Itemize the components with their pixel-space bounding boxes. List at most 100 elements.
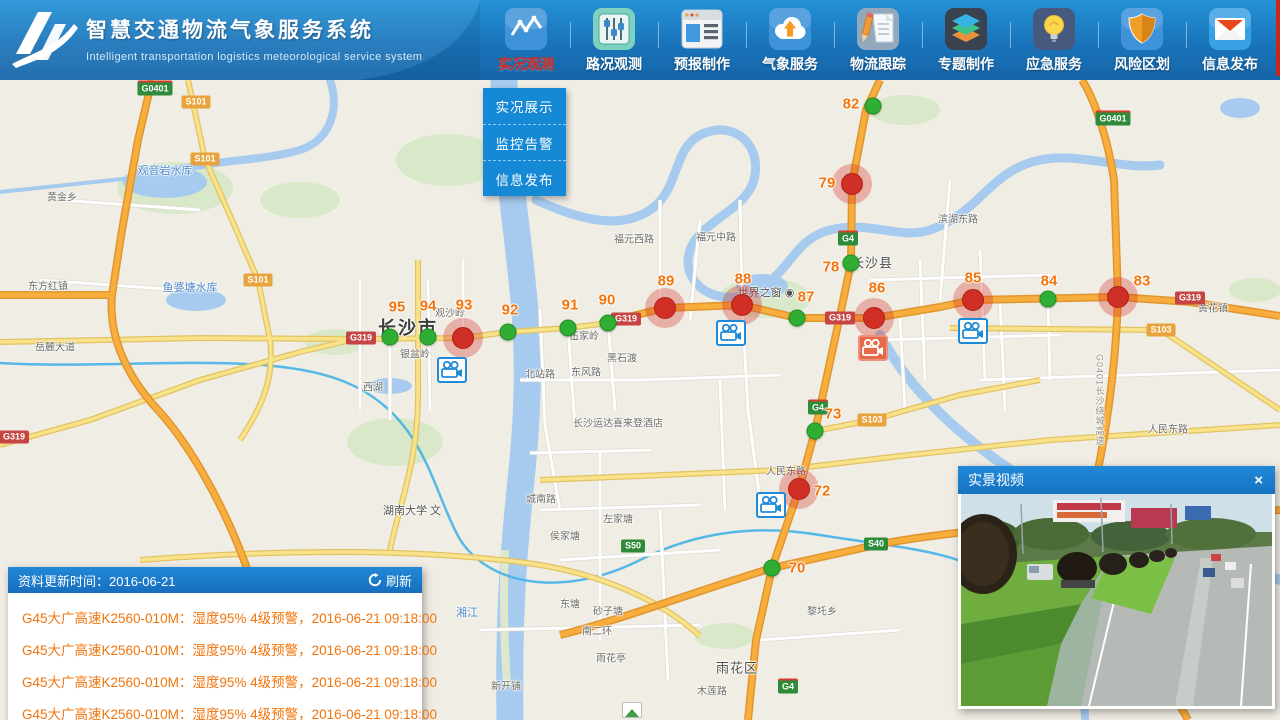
refresh-button[interactable]: 刷新 <box>368 571 412 590</box>
station-marker-89[interactable] <box>654 297 676 319</box>
camera-icon[interactable] <box>858 335 888 361</box>
station-marker-85[interactable] <box>962 289 984 311</box>
chart-icon <box>504 7 548 51</box>
map-label: 黄金乡 <box>47 189 77 204</box>
refresh-icon <box>368 573 382 587</box>
station-marker-70[interactable] <box>764 560 781 577</box>
dropdown-item-1[interactable]: 实况展示 <box>483 88 566 124</box>
pencil-note-icon <box>856 7 900 51</box>
live-video-panel: 实景视频 × <box>958 466 1275 709</box>
map-label: 城南路 <box>526 491 556 506</box>
road-badge-G4: G4 <box>838 231 858 246</box>
live-video-frame[interactable] <box>961 494 1272 706</box>
nav-item-pencil-note[interactable]: 物流跟踪 <box>834 0 922 80</box>
road-badge-G0401: G0401 <box>137 81 172 96</box>
station-marker-90[interactable] <box>600 315 617 332</box>
station-marker-94[interactable] <box>420 329 437 346</box>
refresh-label: 刷新 <box>386 571 412 590</box>
station-marker-78[interactable] <box>843 255 860 272</box>
station-marker-87[interactable] <box>789 310 806 327</box>
dropdown-item-2[interactable]: 监控告警 <box>483 124 566 160</box>
nav-item-forecast-window[interactable]: 预报制作 <box>658 0 746 80</box>
station-marker-84[interactable] <box>1040 291 1057 308</box>
dropdown-item-3[interactable]: 信息发布 <box>483 160 566 196</box>
nav-item-label: 应急服务 <box>1026 54 1082 74</box>
camera-icon[interactable] <box>437 357 467 383</box>
road-badge-S50: S50 <box>621 540 645 553</box>
video-panel-title: 实景视频 <box>968 470 1024 490</box>
station-number-label: 85 <box>965 270 982 287</box>
nav-item-sliders[interactable]: 路况观测 <box>570 0 658 80</box>
map-label: 岳麓大道 <box>35 339 75 354</box>
alert-row: G45大广高速K2560-010M：湿度95% 4级预警，2016-06-21 … <box>8 633 422 665</box>
nav-item-chart[interactable]: 实况观测 <box>482 0 570 80</box>
map-label: 东风路 <box>571 364 601 379</box>
station-number-label: 91 <box>562 297 579 314</box>
nav-item-label: 气象服务 <box>762 54 818 74</box>
station-marker-92[interactable] <box>500 324 517 341</box>
cloud-upload-icon <box>768 7 812 51</box>
map-label: 侯家塘 <box>550 528 580 543</box>
station-marker-91[interactable] <box>560 320 577 337</box>
forecast-window-icon <box>680 7 724 51</box>
app-subtitle: Intelligent transportation logistics met… <box>86 51 422 63</box>
map-label: 南二环 <box>582 623 612 638</box>
camera-icon[interactable] <box>958 318 988 344</box>
road-badge-G319: G319 <box>346 332 376 345</box>
station-number-label: 73 <box>825 406 842 423</box>
video-panel-header: 实景视频 × <box>958 466 1275 494</box>
road-badge-G319: G319 <box>825 312 855 325</box>
station-number-label: 70 <box>789 560 806 577</box>
camera-icon[interactable] <box>756 492 786 518</box>
map-label: 西湖 <box>363 379 383 394</box>
road-badge-S101: S101 <box>243 274 272 287</box>
nav-item-mail[interactable]: 信息发布 <box>1186 0 1274 80</box>
close-icon[interactable]: × <box>1252 472 1265 489</box>
station-number-label: 93 <box>456 297 473 314</box>
map-label: 黎圫乡 <box>807 603 837 618</box>
live-observation-dropdown: 实况展示监控告警信息发布 <box>483 88 566 196</box>
station-number-label: 94 <box>420 298 437 315</box>
road-badge-G4: G4 <box>778 679 798 694</box>
alert-panel-header: 资料更新时间：2016-06-21 刷新 <box>8 567 422 593</box>
station-marker-79[interactable] <box>841 173 863 195</box>
nav-item-bulb[interactable]: 应急服务 <box>1010 0 1098 80</box>
station-marker-83[interactable] <box>1107 286 1129 308</box>
station-marker-82[interactable] <box>865 98 882 115</box>
station-marker-86[interactable] <box>863 307 885 329</box>
map-label: 雨花区 <box>716 658 758 677</box>
map-label: 人民东路 <box>1148 421 1188 436</box>
station-marker-93[interactable] <box>452 327 474 349</box>
app-root: { "header": { "title": "智慧交通物流气象服务系统", "… <box>0 0 1280 720</box>
map-label: 福元西路 <box>614 231 654 246</box>
station-number-label: 78 <box>823 259 840 276</box>
map-label: 黑石渡 <box>607 350 637 365</box>
road-badge-S101: S101 <box>190 153 219 166</box>
nav-item-layers[interactable]: 专题制作 <box>922 0 1010 80</box>
map-label: 北站路 <box>525 366 555 381</box>
station-marker-73[interactable] <box>807 423 824 440</box>
map-label: 人民东路 <box>766 463 806 478</box>
road-badge-S40: S40 <box>864 538 888 551</box>
station-number-label: 92 <box>502 302 519 319</box>
map-label: 长沙运达喜来登酒店 <box>573 415 663 430</box>
map-label: 砂子塘 <box>593 603 623 618</box>
station-number-label: 83 <box>1134 273 1151 290</box>
bulb-icon <box>1032 7 1076 51</box>
map-label: 银盆岭 <box>400 346 430 361</box>
camera-icon[interactable] <box>716 320 746 346</box>
station-number-label: 82 <box>843 96 860 113</box>
road-badge-S103: S103 <box>1146 324 1175 337</box>
alert-row: G45大广高速K2560-010M：湿度95% 4级预警，2016-06-21 … <box>8 601 422 633</box>
station-marker-72[interactable] <box>788 478 810 500</box>
road-badge-G319: G319 <box>1175 292 1205 305</box>
map-label: 福元中路 <box>696 229 736 244</box>
station-marker-95[interactable] <box>382 329 399 346</box>
nav-item-cloud-upload[interactable]: 气象服务 <box>746 0 834 80</box>
nav-item-shield[interactable]: 风险区划 <box>1098 0 1186 80</box>
map-label: G0401长沙绕城高速 <box>1094 354 1107 446</box>
nav-item-label: 信息发布 <box>1202 54 1258 74</box>
shield-icon <box>1120 7 1164 51</box>
station-marker-88[interactable] <box>731 294 753 316</box>
road-badge-G319: G319 <box>0 431 29 444</box>
